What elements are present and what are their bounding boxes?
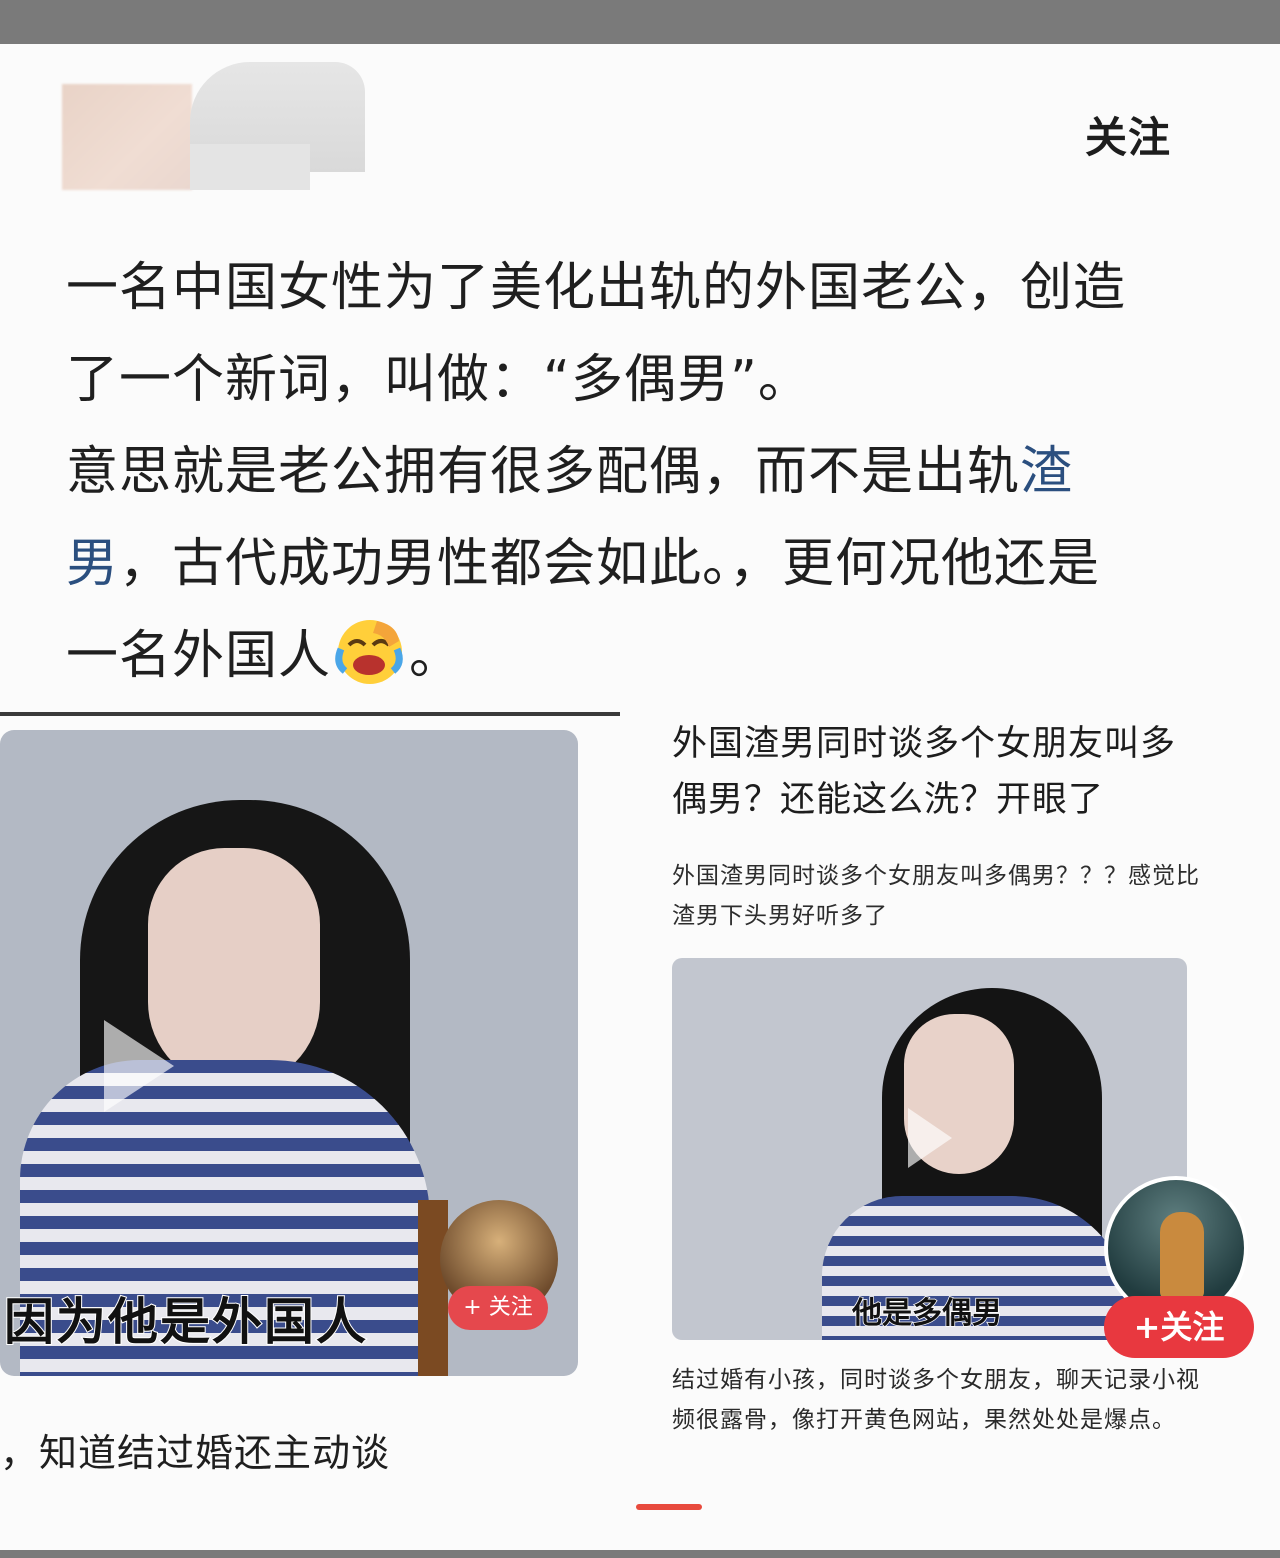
laughing-crying-emoji-icon (331, 611, 409, 689)
blurred-username-lower (190, 144, 310, 190)
right-card-body: 结过婚有小孩，同时谈多个女朋友，聊天记录小视频很露骨，像打开黄色网站，果然处处是… (672, 1367, 1200, 1433)
post-line-5-end: 。 (409, 626, 463, 686)
post-line-5-text: 一名外国人 (66, 626, 332, 686)
right-card-title[interactable]: 外国渣男同时谈多个女朋友叫多偶男？还能这么洗？开眼了 (672, 716, 1192, 828)
post-card: 关注 一名中国女性为了美化出轨的外国老公，创造 了一个新词，叫做：“多偶男”。 … (0, 44, 1280, 1550)
post-text: 一名中国女性为了美化出轨的外国老公，创造 了一个新词，叫做：“多偶男”。 意思就… (66, 242, 1226, 702)
keyword-link-cont[interactable]: 男 (66, 534, 119, 594)
video-thumbnail-left[interactable]: + 关注 因为他是外国人 (0, 730, 578, 1376)
chair (418, 1200, 448, 1376)
post-line-1: 一名中国女性为了美化出轨的外国老公，创造 (66, 258, 1127, 318)
keyword-link[interactable]: 渣 (1020, 442, 1073, 502)
play-icon[interactable] (104, 1020, 174, 1112)
blurred-avatar[interactable] (62, 84, 192, 190)
left-card-text: ，知道结过婚还主动谈 (0, 1431, 391, 1475)
follow-button-right[interactable]: +关注 (1104, 1296, 1254, 1358)
post-line-2: 了一个新词，叫做：“多偶男”。 (66, 350, 811, 410)
post-line-3-text: 意思就是老公拥有很多配偶，而不是出轨 (66, 442, 1021, 502)
avatar-figure (1160, 1212, 1204, 1300)
right-card-subtitle: 外国渣男同时谈多个女朋友叫多偶男？？？感觉比渣男下头男好听多了 (672, 863, 1200, 929)
post-line-3: 意思就是老公拥有很多配偶，而不是出轨渣 (66, 426, 1226, 518)
video-caption: 因为他是外国人 (3, 1292, 368, 1352)
divider (0, 712, 620, 716)
post-line-5: 一名外国人 。 (66, 610, 1226, 702)
play-icon[interactable] (908, 1108, 952, 1168)
post-line-4-text: ，古代成功男性都会如此。，更何况他还是 (119, 534, 1101, 594)
video-thumbnail-right[interactable]: 他是多偶男 (672, 958, 1187, 1340)
follow-button[interactable]: 关注 (1085, 104, 1171, 165)
post-line-4: 男，古代成功男性都会如此。，更何况他还是 (66, 518, 1226, 610)
follow-button-left[interactable]: + 关注 (448, 1286, 548, 1330)
video-caption: 他是多偶男 (851, 1295, 1003, 1332)
page-indicator (636, 1504, 702, 1510)
